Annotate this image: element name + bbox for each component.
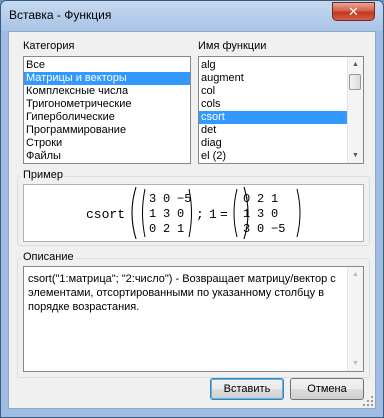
matrix-cell: 0 bbox=[257, 222, 264, 236]
scroll-up-icon[interactable]: ▲ bbox=[348, 57, 363, 72]
matrix-cell: −5 bbox=[271, 222, 285, 236]
description-box[interactable]: csort("1:матрица"; "2:число") - Возвраща… bbox=[23, 266, 364, 372]
category-list[interactable]: Все Матрицы и векторы Комплексные числа Три… bbox=[23, 56, 191, 164]
matrix-cell: 2 bbox=[163, 222, 170, 236]
matrix-cell: 1 bbox=[243, 207, 250, 221]
matrix-cell: 2 bbox=[257, 192, 264, 206]
category-list-item[interactable]: Строки bbox=[24, 137, 190, 150]
matrix-cell: 1 bbox=[177, 222, 184, 236]
category-list-item[interactable]: Файлы bbox=[24, 150, 190, 163]
function-name-label: Имя функции bbox=[198, 40, 267, 52]
category-list-item[interactable]: Гиперболические bbox=[24, 111, 190, 124]
function-list-scrollbar[interactable]: ▲ ▼ bbox=[347, 57, 363, 163]
example-panel: csort 3 0 −5 1 3 0 0 2 1 ; 1 = 0 2 1 1 3 0 3 0 −5 bbox=[23, 184, 364, 242]
category-list-item[interactable]: Матрицы и векторы bbox=[24, 72, 190, 85]
function-list-item[interactable]: det bbox=[199, 124, 347, 137]
category-list-item[interactable]: Программирование bbox=[24, 124, 190, 137]
example-formula: csort 3 0 −51 3 00 2 1 ; 1 = 0 2 11 3 03 0 −5 bbox=[86, 186, 301, 240]
matrix-cell: 3 bbox=[243, 222, 250, 236]
paren-open bbox=[131, 186, 137, 240]
matrix-cell: 1 bbox=[271, 192, 278, 206]
example-func-name: csort bbox=[86, 207, 125, 222]
matrix-cell: 0 bbox=[163, 192, 170, 206]
category-list-item[interactable]: Тригонометрические bbox=[24, 98, 190, 111]
function-list-item[interactable]: diag bbox=[199, 137, 347, 150]
dialog-body: Категория Все Матрицы и векторы Комплексны… bbox=[8, 31, 376, 409]
matrix-out-paren-right bbox=[296, 188, 301, 238]
scroll-down-icon[interactable]: ▼ bbox=[348, 356, 363, 371]
scroll-thumb[interactable] bbox=[349, 74, 361, 90]
function-list-item[interactable]: el (2) bbox=[199, 150, 347, 163]
matrix-cell: 0 bbox=[149, 222, 156, 236]
function-list-item[interactable]: cols bbox=[199, 98, 347, 111]
example-arg: 1 bbox=[209, 207, 217, 222]
cancel-button[interactable]: Отмена bbox=[290, 378, 364, 400]
window-title: Вставка - Функция bbox=[9, 8, 112, 22]
scroll-down-icon[interactable]: ▼ bbox=[348, 148, 363, 163]
category-label: Категория bbox=[23, 40, 75, 52]
title-bar[interactable]: Вставка - Функция ✕ bbox=[1, 1, 383, 29]
function-list-item[interactable]: augment bbox=[199, 72, 347, 85]
matrix-cell: 3 bbox=[149, 192, 156, 206]
matrix-cell: 3 bbox=[257, 207, 264, 221]
category-list-item[interactable]: Комплексные числа bbox=[24, 85, 190, 98]
matrix-cell: −5 bbox=[177, 192, 191, 206]
matrix-cell: 0 bbox=[177, 207, 184, 221]
example-label: Пример bbox=[21, 169, 65, 181]
scroll-up-icon[interactable]: ▲ bbox=[348, 267, 363, 282]
resize-grip-icon[interactable] bbox=[362, 395, 374, 407]
description-text: csort("1:матрица"; "2:число") - Возвраща… bbox=[28, 273, 336, 313]
category-list-item[interactable]: Все bbox=[24, 59, 190, 72]
function-name-list[interactable]: alg augment col cols csort det diag el (2) ▲ ▼ bbox=[198, 56, 364, 164]
example-separator: ; bbox=[196, 207, 204, 222]
matrix-cell: 1 bbox=[149, 207, 156, 221]
matrix-cell: 0 bbox=[271, 207, 278, 221]
description-scrollbar[interactable]: ▲ ▼ bbox=[347, 267, 363, 371]
function-list-item[interactable]: csort bbox=[199, 111, 347, 124]
matrix-in-bracket-left bbox=[142, 188, 146, 238]
description-label: Описание bbox=[21, 251, 76, 263]
example-equals: = bbox=[220, 207, 228, 222]
function-list-item[interactable]: col bbox=[199, 85, 347, 98]
close-button[interactable]: ✕ bbox=[332, 2, 375, 21]
matrix-out-paren-left bbox=[233, 188, 238, 238]
matrix-cell: 0 bbox=[243, 192, 250, 206]
matrix-cell: 3 bbox=[163, 207, 170, 221]
function-list-item[interactable]: alg bbox=[199, 59, 347, 72]
insert-button[interactable]: Вставить bbox=[210, 378, 284, 400]
insert-function-dialog: Вставка - Функция ✕ Категория Все Матрицы… bbox=[0, 0, 384, 418]
